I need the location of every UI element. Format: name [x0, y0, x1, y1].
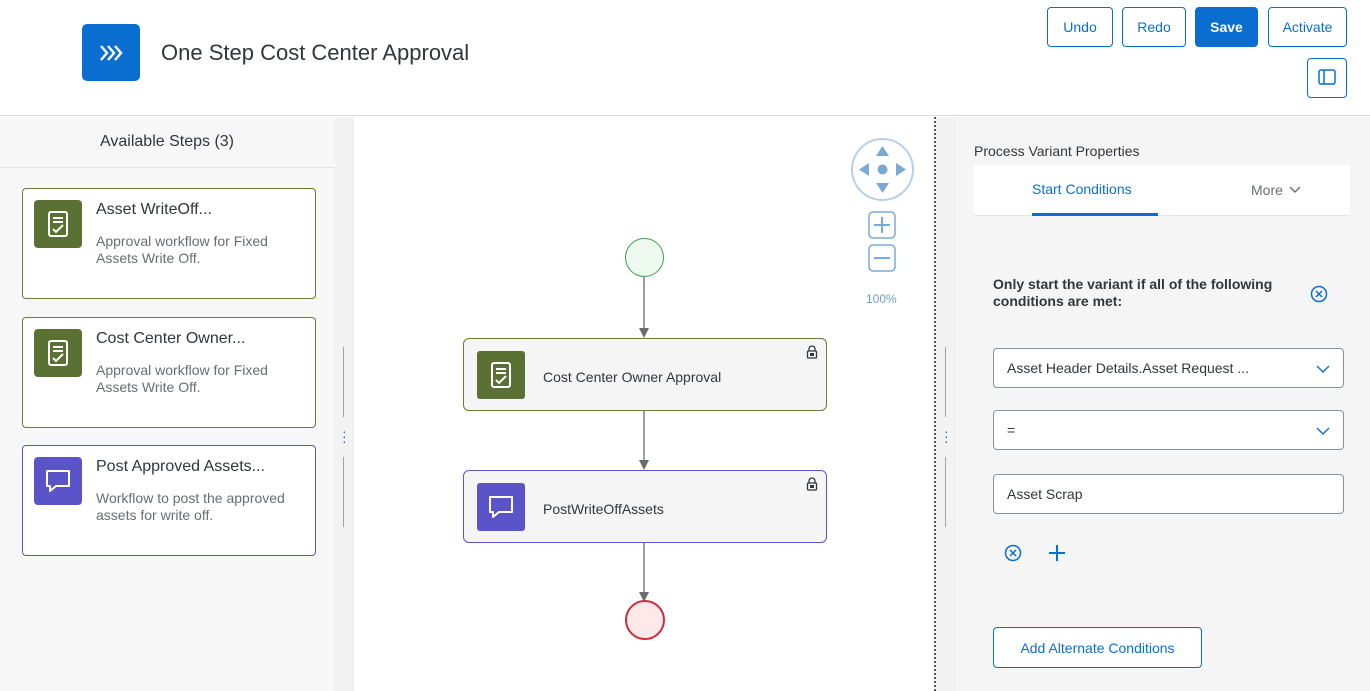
tab-selected-indicator	[1032, 213, 1158, 216]
remove-condition-icon[interactable]	[1003, 543, 1023, 568]
chevron-down-icon	[1289, 186, 1301, 193]
zoom-out-button[interactable]	[867, 243, 897, 273]
grip-icon: · · ·	[944, 423, 949, 449]
comment-icon	[477, 483, 525, 531]
condition-value-text: Asset Scrap	[1007, 486, 1083, 502]
plus-icon	[868, 211, 896, 239]
start-event[interactable]	[625, 238, 664, 277]
properties-tabbar: Start Conditions More	[974, 165, 1350, 216]
condition-field-value: Asset Header Details.Asset Request ...	[1007, 360, 1249, 376]
properties-title: Process Variant Properties	[974, 143, 1140, 159]
minus-icon	[868, 244, 896, 272]
pan-arrows-icon	[859, 146, 906, 193]
right-pane-splitter[interactable]: · · ·	[936, 117, 956, 691]
splitter-line	[945, 457, 946, 527]
condition-field-select[interactable]: Asset Header Details.Asset Request ...	[993, 348, 1344, 388]
lock-icon	[806, 477, 818, 496]
condition-operator-value: =	[1007, 422, 1016, 438]
chevron-down-icon	[1316, 365, 1330, 373]
add-condition-icon[interactable]	[1047, 543, 1067, 568]
node-cost-center-owner-approval[interactable]: Cost Center Owner Approval	[463, 338, 827, 411]
node-post-write-off-assets[interactable]: PostWriteOffAssets	[463, 470, 827, 543]
end-event[interactable]	[625, 600, 665, 640]
node-label: Cost Center Owner Approval	[543, 369, 722, 385]
condition-value-input[interactable]: Asset Scrap	[993, 474, 1344, 514]
splitter-line	[945, 347, 946, 417]
node-label: PostWriteOffAssets	[543, 501, 664, 517]
condition-row-actions	[1003, 543, 1067, 568]
zoom-in-button[interactable]	[867, 210, 897, 240]
condition-operator-select[interactable]: =	[993, 410, 1344, 450]
condition-description: Only start the variant if all of the fol…	[993, 276, 1273, 309]
tab-start-conditions[interactable]: Start Conditions	[1032, 181, 1132, 197]
navigation-control[interactable]	[851, 138, 914, 201]
approval-task-icon	[477, 351, 525, 399]
tab-more-label: More	[1251, 182, 1283, 198]
tab-more[interactable]: More	[1251, 182, 1301, 198]
chevron-down-icon	[1316, 427, 1330, 435]
add-alternate-conditions-button[interactable]: Add Alternate Conditions	[993, 627, 1202, 668]
remove-condition-group-icon[interactable]	[1309, 284, 1329, 309]
zoom-level: 100%	[866, 292, 897, 306]
lock-icon	[806, 345, 818, 364]
